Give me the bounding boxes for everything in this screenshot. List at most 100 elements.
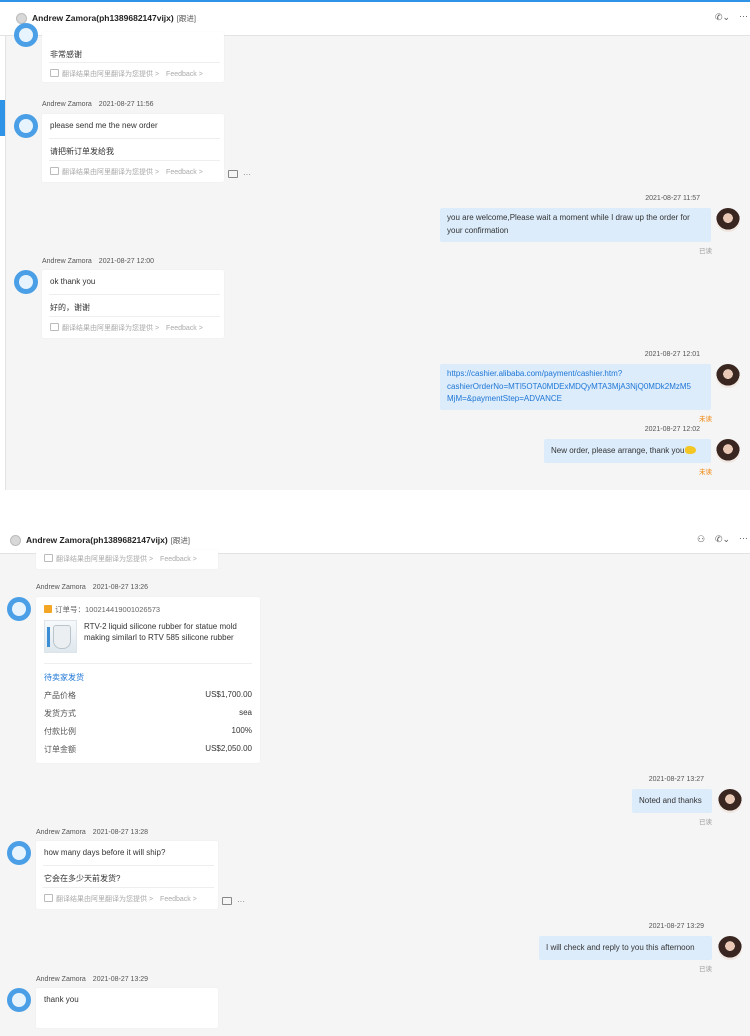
feedback-link[interactable]: Feedback > (160, 896, 197, 903)
translate-icon (44, 894, 53, 902)
payment-link[interactable]: https://cashier.alibaba.com/payment/cash… (447, 368, 704, 381)
my-avatar[interactable] (716, 439, 740, 463)
contact-tag[interactable]: [跟进] (177, 14, 196, 23)
phone-icon[interactable]: ✆⌄ (715, 534, 730, 545)
translate-icon (44, 554, 53, 562)
more-icon[interactable]: ··· (237, 897, 245, 906)
contact-avatar[interactable] (10, 535, 21, 546)
message-time: 2021-08-27 13:27 (648, 776, 704, 783)
message-text: you are welcome,Please wait a moment whi… (447, 213, 690, 222)
contact-avatar[interactable] (14, 114, 38, 138)
translate-tool-icon[interactable] (228, 170, 238, 178)
message-meta: Andrew Zamora 2021-08-27 12:00 (42, 258, 155, 265)
order-icon (44, 605, 52, 613)
user-add-icon[interactable]: ⚇ (697, 534, 705, 545)
translation-note: 翻译结果由阿里翻译为您提供 > Feedback > (50, 323, 203, 333)
more-icon[interactable]: ··· (739, 11, 748, 21)
unread-status: 未读 (699, 416, 712, 423)
more-icon[interactable]: ··· (739, 533, 748, 543)
message-text-cont: your confirmation (447, 225, 509, 235)
my-avatar[interactable] (718, 789, 742, 813)
divider (49, 294, 220, 295)
divider (49, 138, 220, 139)
phone-icon[interactable]: ✆⌄ (715, 12, 730, 23)
product-title[interactable]: RTV-2 liquid silicone rubber for statue … (84, 621, 252, 643)
contact-avatar[interactable] (7, 988, 31, 1012)
message-time: 2021-08-27 12:02 (644, 426, 700, 433)
feedback-link[interactable]: Feedback > (166, 325, 203, 332)
message-text: please send me the new order (50, 121, 158, 130)
order-row-price: 产品价格 US$1,700.00 (44, 690, 252, 700)
divider (49, 316, 220, 317)
message-text: thank you (44, 995, 79, 1004)
read-status: 已读 (699, 819, 712, 826)
divider (49, 62, 220, 63)
feedback-link[interactable]: Feedback > (160, 556, 197, 563)
translation-note: 翻译结果由阿里翻译为您提供 > Feedback > (44, 554, 197, 564)
order-row-shipping: 发货方式 sea (44, 708, 252, 718)
message-text: I will check and reply to you this after… (546, 943, 695, 952)
translate-icon (50, 167, 59, 175)
message-text: how many days before it will ship? (44, 848, 166, 857)
read-status: 已读 (699, 248, 712, 255)
order-number: 订单号：100214419001026573 (44, 604, 160, 615)
translate-tool-icon[interactable] (222, 897, 232, 905)
message-list[interactable]: 翻译结果由阿里翻译为您提供 > Feedback > Andrew Zamora 2… (0, 550, 750, 1036)
divider (44, 663, 252, 664)
translation-note: 翻译结果由阿里翻译为您提供 > Feedback > (50, 69, 203, 79)
contact-avatar[interactable] (7, 597, 31, 621)
message-card: 非常感谢 翻译结果由阿里翻译为您提供 > Feedback > (42, 32, 224, 82)
handshake-emoji-icon (685, 446, 697, 454)
my-avatar[interactable] (716, 364, 740, 388)
contact-avatar[interactable] (14, 23, 38, 47)
contact-tag[interactable]: [跟进] (171, 536, 190, 545)
contact-name[interactable]: Andrew Zamora(ph1389682147vijx) [跟进] (32, 13, 196, 24)
message-tools[interactable]: ··· (228, 170, 251, 179)
order-row-total: 订单金额 US$2,050.00 (44, 744, 252, 754)
translated-text: 非常感谢 (50, 50, 82, 59)
message-meta: Andrew Zamora 2021-08-27 11:56 (42, 101, 154, 108)
payment-link-cont[interactable]: cashierOrderNo=MTI5OTA0MDExMDQyMTA3MjA3N… (447, 381, 704, 394)
message-tools[interactable]: ··· (222, 897, 245, 906)
message-bubble: https://cashier.alibaba.com/payment/cash… (440, 364, 711, 410)
message-card: thank you (36, 988, 218, 1028)
contact-name[interactable]: Andrew Zamora(ph1389682147vijx) [跟进] (26, 535, 190, 546)
contact-avatar[interactable] (14, 270, 38, 294)
message-time: 2021-08-27 12:01 (644, 351, 700, 358)
message-card: 翻译结果由阿里翻译为您提供 > Feedback > (36, 550, 218, 569)
unread-status: 未读 (699, 469, 712, 476)
chat-window-top: Andrew Zamora(ph1389682147vijx) [跟进] ✆⌄ ·… (0, 0, 750, 490)
message-card: ok thank you 好的，谢谢 翻译结果由阿里翻译为您提供 > Feedba… (42, 270, 224, 338)
product-thumbnail[interactable] (44, 620, 77, 653)
order-status: 待卖家发货 (44, 673, 84, 682)
divider (49, 160, 220, 161)
message-bubble: I will check and reply to you this after… (539, 936, 712, 960)
message-text: ok thank you (50, 277, 96, 286)
message-bubble: New order, please arrange, thank you (544, 439, 711, 463)
translated-text: 请把新订单发给我 (50, 147, 114, 156)
active-indicator (0, 100, 5, 136)
more-icon[interactable]: ··· (243, 170, 251, 179)
divider (43, 865, 214, 866)
order-row-ratio: 付款比例 100% (44, 726, 252, 736)
message-time: 2021-08-27 11:57 (645, 195, 700, 202)
translation-note: 翻译结果由阿里翻译为您提供 > Feedback > (50, 167, 203, 177)
payment-link-end[interactable]: MjM=&paymentStep=ADVANCE (447, 393, 704, 406)
divider (43, 887, 214, 888)
my-avatar[interactable] (718, 936, 742, 960)
feedback-link[interactable]: Feedback > (166, 169, 203, 176)
message-meta: Andrew Zamora 2021-08-27 13:29 (36, 976, 149, 983)
message-meta: Andrew Zamora 2021-08-27 13:26 (36, 584, 149, 591)
translation-note: 翻译结果由阿里翻译为您提供 > Feedback > (44, 894, 197, 904)
message-card: how many days before it will ship? 它会在多少… (36, 841, 218, 909)
contact-avatar[interactable] (7, 841, 31, 865)
feedback-link[interactable]: Feedback > (166, 71, 203, 78)
order-card[interactable]: 订单号：100214419001026573 RTV-2 liquid sili… (36, 597, 260, 763)
message-meta: Andrew Zamora 2021-08-27 13:28 (36, 829, 149, 836)
translate-icon (50, 69, 59, 77)
chat-header: Andrew Zamora(ph1389682147vijx) [跟进] ✆⌄ ·… (0, 2, 750, 36)
my-avatar[interactable] (716, 208, 740, 232)
message-list[interactable]: 非常感谢 翻译结果由阿里翻译为您提供 > Feedback > Andrew Za… (6, 23, 750, 490)
message-bubble: Noted and thanks (632, 789, 712, 813)
message-text: New order, please arrange, thank you (551, 446, 685, 455)
